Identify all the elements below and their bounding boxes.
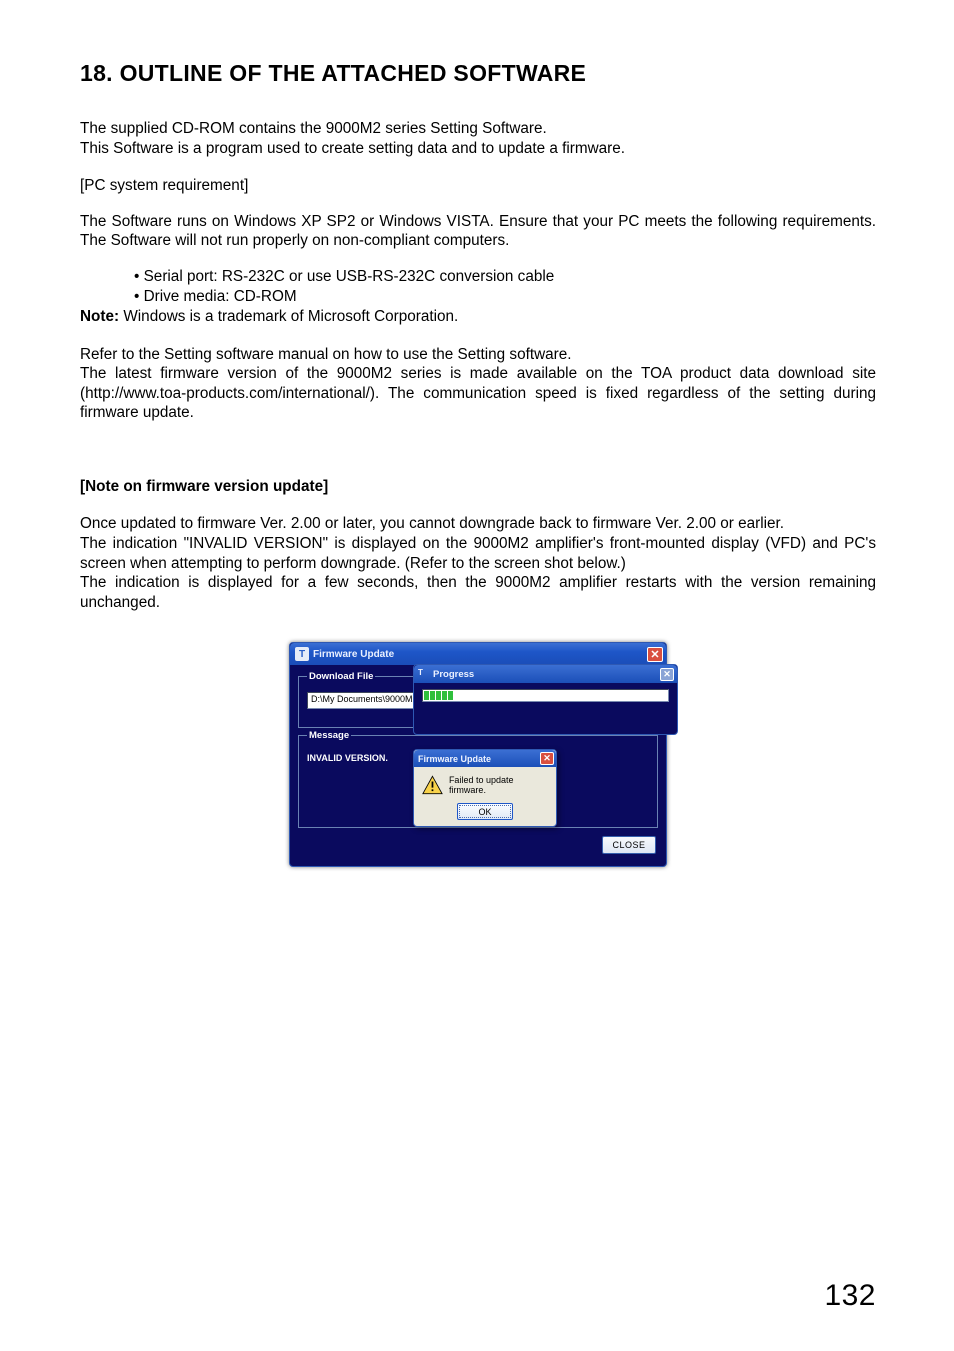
group-label: Message <box>307 730 351 741</box>
progress-window: T Progress ✕ <box>413 664 678 735</box>
firmware-update-screenshot: T Firmware Update ✕ Download File D:\My … <box>289 642 667 867</box>
group-label: Download File <box>307 671 375 682</box>
note-heading-text: [Note on firmware version update] <box>80 478 328 495</box>
warning-icon <box>422 775 443 795</box>
firmware-update-window: T Firmware Update ✕ Download File D:\My … <box>289 642 667 867</box>
text-line: Refer to the Setting software manual on … <box>80 346 571 363</box>
paragraph: The supplied CD-ROM contains the 9000M2 … <box>80 119 876 158</box>
subheading: [PC system requirement] <box>80 176 876 196</box>
app-icon: T <box>295 647 309 661</box>
note-label: Note: <box>80 308 119 325</box>
alert-message: Failed to update firmware. <box>449 775 548 795</box>
text-line: Once updated to firmware Ver. 2.00 or la… <box>80 515 784 532</box>
note-line: Note: Windows is a trademark of Microsof… <box>80 307 876 327</box>
text-line: The supplied CD-ROM contains the 9000M2 … <box>80 120 547 137</box>
window-title: Progress <box>433 669 474 680</box>
paragraph: Refer to the Setting software manual on … <box>80 345 876 423</box>
text-line: This Software is a program used to creat… <box>80 140 625 157</box>
section-heading: 18. OUTLINE OF THE ATTACHED SOFTWARE <box>80 60 876 87</box>
ok-button[interactable]: OK <box>457 803 513 820</box>
bullet-item: • Drive media: CD-ROM <box>134 287 876 307</box>
close-icon[interactable]: ✕ <box>540 752 554 765</box>
window-titlebar: Firmware Update ✕ <box>414 750 556 767</box>
window-title: Firmware Update <box>418 754 491 764</box>
window-titlebar: T Firmware Update ✕ <box>290 643 666 665</box>
text-line: The indication "INVALID VERSION" is disp… <box>80 535 876 572</box>
bullet-list: • Serial port: RS-232C or use USB-RS-232… <box>134 267 876 307</box>
window-title: Firmware Update <box>313 649 394 660</box>
close-icon[interactable]: ✕ <box>647 647 663 662</box>
window-titlebar: T Progress ✕ <box>414 665 677 683</box>
text-line: The indication is displayed for a few se… <box>80 574 876 611</box>
app-icon: T <box>418 668 430 680</box>
close-button[interactable]: CLOSE <box>602 836 656 854</box>
text-line: The latest firmware version of the 9000M… <box>80 365 876 421</box>
progress-bar <box>422 689 669 702</box>
page-number: 132 <box>824 1279 876 1313</box>
paragraph: The Software runs on Windows XP SP2 or W… <box>80 212 876 251</box>
close-icon[interactable]: ✕ <box>660 668 674 681</box>
paragraph: Once updated to firmware Ver. 2.00 or la… <box>80 514 876 612</box>
bullet-item: • Serial port: RS-232C or use USB-RS-232… <box>134 267 876 287</box>
firmware-alert-dialog: Firmware Update ✕ Failed to update firmw… <box>413 749 557 827</box>
download-path-input[interactable]: D:\My Documents\9000M2\90 <box>307 692 424 709</box>
note-text: Windows is a trademark of Microsoft Corp… <box>119 308 458 325</box>
note-heading: [Note on firmware version update] <box>80 477 876 497</box>
